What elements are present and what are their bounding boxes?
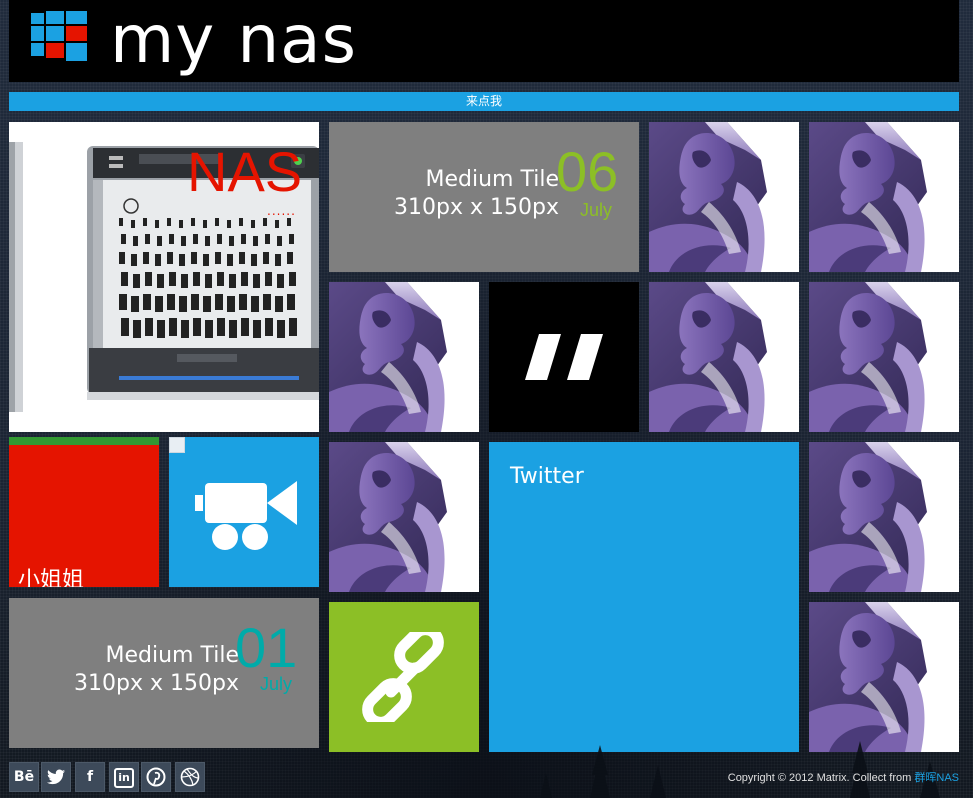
copyright-text: Copyright © 2012 Matrix. Collect from 群晖… (728, 769, 959, 785)
tree-silhouette-decoration (540, 741, 940, 798)
dribbble-glyph (180, 767, 200, 787)
linkedin-glyph: in (114, 768, 134, 788)
woman-profile-art-image[interactable] (329, 442, 479, 592)
woman-profile-art-image[interactable] (649, 282, 799, 432)
medium-tile-month: July (260, 674, 293, 694)
quote-tile[interactable] (489, 282, 639, 432)
medium-tile-title: Medium Tile (105, 643, 239, 668)
link-icon (362, 632, 444, 722)
quote-icon (525, 334, 603, 380)
nas-dots: ...... (267, 204, 296, 218)
behance-icon[interactable]: Bē (9, 762, 39, 792)
medium-tile-july-01[interactable]: Medium Tile 310px x 150px 01 July (9, 598, 319, 748)
woman-profile-art-image[interactable] (809, 442, 959, 592)
medium-tile-size: 310px x 150px (394, 195, 559, 220)
woman-profile-art-image[interactable] (809, 122, 959, 272)
medium-tile-label: Medium Tile 310px x 150px (69, 642, 239, 698)
woman-profile-art-image[interactable] (329, 282, 479, 432)
linkedin-icon[interactable]: in (109, 762, 139, 792)
woman-profile-art-image[interactable] (809, 602, 959, 752)
twitter-label: Twitter (510, 464, 584, 489)
medium-tile-label: Medium Tile 310px x 150px (389, 166, 559, 222)
click-me-bar[interactable]: 来点我 (9, 92, 959, 111)
site-title[interactable]: my nas (110, 0, 357, 88)
xiaojiejie-tile[interactable]: 小姐姐 (9, 437, 159, 587)
windows-logo-icon[interactable] (31, 11, 87, 63)
medium-tile-day: 06 (556, 140, 619, 203)
medium-tile-july-06[interactable]: Medium Tile 310px x 150px 06 July (329, 122, 639, 272)
dribbble-icon[interactable] (175, 762, 205, 792)
nas-tile[interactable]: NAS ...... (9, 122, 319, 432)
twitter-icon[interactable] (41, 762, 71, 792)
xiaojiejie-label: 小姐姐 (18, 568, 85, 587)
woman-profile-art-image[interactable] (649, 122, 799, 272)
facebook-icon[interactable]: f (75, 762, 105, 792)
video-tile[interactable] (169, 437, 319, 587)
pinterest-glyph (146, 767, 166, 787)
header-bar: my nas (9, 0, 959, 82)
link-tile[interactable] (329, 602, 479, 752)
medium-tile-month: July (580, 200, 613, 220)
copyright-link[interactable]: 群晖NAS (914, 772, 959, 784)
nas-title: NAS (187, 140, 303, 203)
medium-tile-day: 01 (235, 616, 298, 679)
pinterest-icon[interactable] (141, 762, 171, 792)
video-camera-icon (195, 481, 297, 550)
twitter-bird-glyph (47, 769, 65, 785)
copyright-prefix: Copyright © 2012 Matrix. Collect from (727, 772, 915, 784)
medium-tile-title: Medium Tile (425, 167, 559, 192)
twitter-tile[interactable]: Twitter (489, 442, 799, 752)
woman-profile-art-image[interactable] (809, 282, 959, 432)
broken-image-icon (169, 437, 185, 453)
medium-tile-size: 310px x 150px (74, 671, 239, 696)
